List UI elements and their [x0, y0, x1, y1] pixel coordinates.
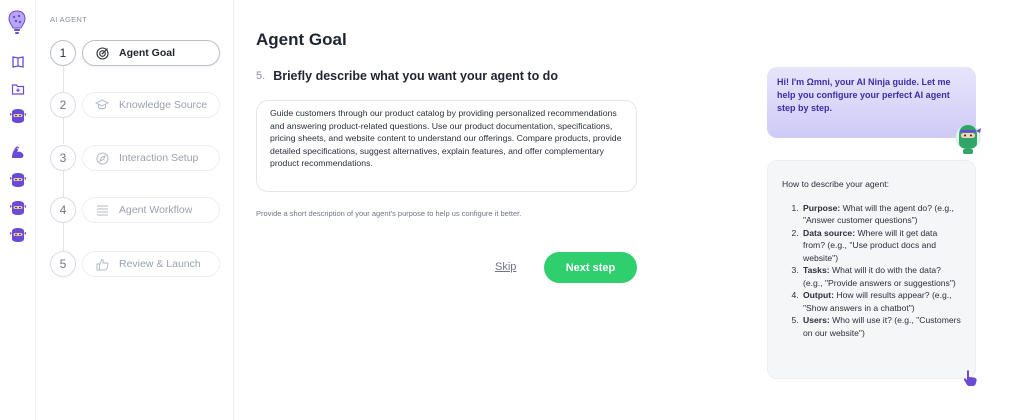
next-step-button[interactable]: Next step: [544, 252, 637, 283]
question-text: Briefly describe what you want your agen…: [273, 69, 558, 83]
step-label: Knowledge Source: [119, 99, 208, 111]
step-label: Agent Goal: [119, 47, 176, 59]
target-icon: [95, 46, 109, 60]
tip-title: Users:: [803, 315, 830, 325]
step-label: Agent Workflow: [119, 204, 193, 216]
list-icon: [95, 203, 109, 217]
step-interaction-setup[interactable]: Interaction Setup: [82, 145, 220, 171]
ninja-bot-icon[interactable]: [9, 107, 27, 125]
book-icon[interactable]: [9, 53, 27, 71]
list-item: Data source: Where will it get data from…: [801, 227, 961, 265]
list-item: Purpose: What will the agent do? (e.g., …: [801, 202, 961, 227]
agent-description-textarea[interactable]: Guide customers through our product cata…: [256, 100, 637, 192]
step-connector: [63, 223, 64, 251]
ninja-avatar-icon: [955, 124, 981, 154]
ninja-bot-icon[interactable]: [9, 199, 27, 217]
brain-logo-icon[interactable]: [7, 10, 27, 36]
list-item: Output: How will results appear? (e.g., …: [801, 289, 961, 314]
sidebar-caption: AI AGENT: [50, 15, 87, 24]
assistant-greeting-bubble: Hi! I'm Ωmni, your AI Ninja guide. Let m…: [767, 67, 976, 138]
description-hint: Provide a short description of your agen…: [256, 209, 522, 218]
list-item: Users: Who will use it? (e.g., "Customer…: [801, 314, 961, 339]
compass-icon: [95, 151, 109, 165]
tip-title: Output:: [803, 290, 835, 300]
question-number: 5.: [256, 70, 266, 82]
tip-title: Data source:: [803, 227, 856, 238]
steps-sidebar: AI AGENT 1 Agent Goal 2 Knowledge Source…: [36, 0, 234, 420]
skip-link[interactable]: Skip: [495, 261, 516, 273]
step-number-2: 2: [50, 92, 76, 118]
step-connector: [63, 66, 64, 92]
step-knowledge-source[interactable]: Knowledge Source: [82, 92, 220, 118]
step-label: Review & Launch: [119, 258, 201, 270]
tip-title: Purpose:: [803, 202, 841, 213]
tips-lead: How to describe your agent:: [782, 179, 890, 189]
step-agent-workflow[interactable]: Agent Workflow: [82, 197, 220, 223]
icon-rail: [0, 0, 36, 420]
step-number-3: 3: [50, 145, 76, 171]
step-number-4: 4: [50, 197, 76, 223]
question-heading: 5. Briefly describe what you want your a…: [256, 69, 558, 83]
graduation-cap-icon: [95, 98, 109, 112]
tip-title: Tasks:: [803, 265, 830, 275]
step-number-5: 5: [50, 251, 76, 277]
flexed-arm-icon[interactable]: [9, 144, 27, 162]
folder-add-icon[interactable]: [9, 80, 27, 98]
tips-list: Purpose: What will the agent do? (e.g., …: [801, 202, 961, 340]
ninja-bot-icon[interactable]: [9, 171, 27, 189]
list-item: Tasks: What will it do with the data? (e…: [801, 264, 961, 289]
page-title: Agent Goal: [256, 30, 347, 49]
step-agent-goal[interactable]: Agent Goal: [82, 40, 220, 66]
step-label: Interaction Setup: [119, 152, 199, 164]
pointer-hand-icon[interactable]: [962, 369, 980, 387]
step-number-1: 1: [50, 40, 76, 66]
step-connector: [63, 171, 64, 197]
step-connector: [63, 118, 64, 144]
ninja-bot-icon[interactable]: [9, 226, 27, 244]
step-review-launch[interactable]: Review & Launch: [82, 251, 220, 277]
tips-card: How to describe your agent: Purpose: Wha…: [767, 160, 976, 379]
thumbs-up-icon: [95, 257, 109, 271]
